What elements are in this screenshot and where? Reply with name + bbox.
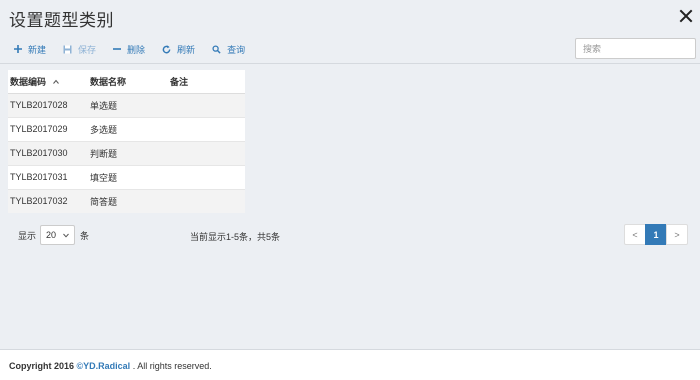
query-button-label: 查询	[227, 44, 246, 55]
cell-code: TYLB2017029	[8, 116, 88, 141]
copyright-text: Copyright 2016	[9, 361, 77, 371]
minus-icon	[113, 48, 122, 50]
cell-name: 填空题	[88, 164, 168, 189]
delete-button-label: 删除	[127, 44, 146, 55]
show-label: 显示	[18, 230, 37, 241]
cell-name-text: 多选题	[90, 124, 118, 135]
new-button[interactable]: 新建	[14, 43, 46, 56]
toolbar: 新建 保存 删除 刷新 查询	[14, 42, 262, 56]
delete-button[interactable]: 删除	[113, 43, 145, 56]
cell-remark	[168, 116, 245, 141]
table-row[interactable]: TYLB2017030 判断题	[8, 140, 245, 165]
column-header-name[interactable]: 数据名称	[88, 70, 168, 94]
column-header-name-label: 数据名称	[90, 76, 127, 87]
table-row[interactable]: TYLB2017029 多选题	[8, 116, 245, 141]
pagination-info: 当前显示1-5条，共5条	[190, 232, 281, 242]
cell-name-text: 判断题	[90, 148, 118, 159]
table-header-row: 数据编码 数据名称 备注	[8, 70, 245, 94]
prev-page-button[interactable]: <	[624, 224, 646, 245]
column-header-code[interactable]: 数据编码	[8, 70, 88, 94]
brand-link[interactable]: ©YD.Radical	[77, 361, 131, 371]
save-button[interactable]: 保存	[63, 43, 96, 56]
next-page-button[interactable]: >	[666, 224, 688, 245]
refresh-button-label: 刷新	[177, 44, 196, 55]
cell-remark	[168, 164, 245, 189]
plus-icon	[14, 45, 22, 53]
page-title: 设置题型类别	[9, 11, 114, 30]
table-row[interactable]: TYLB2017028 单选题	[8, 92, 245, 117]
cell-remark	[168, 92, 245, 117]
cell-name-text: 单选题	[90, 100, 118, 111]
table-row[interactable]: TYLB2017032 简答题	[8, 188, 245, 213]
cell-code: TYLB2017032	[8, 188, 88, 213]
page-size-select[interactable]: 20	[40, 225, 76, 245]
column-header-remark[interactable]: 备注	[168, 70, 245, 94]
refresh-button[interactable]: 刷新	[162, 43, 195, 56]
page-size-control: 显示 20 条	[18, 225, 89, 245]
cell-name: 单选题	[88, 92, 168, 117]
rights-text: . All rights reserved.	[130, 361, 212, 371]
page-button-current[interactable]: 1	[645, 224, 667, 245]
query-button[interactable]: 查询	[212, 43, 245, 56]
table-row[interactable]: TYLB2017031 填空题	[8, 164, 245, 189]
toolbar-divider	[0, 63, 700, 64]
page-size-value: 20	[46, 230, 57, 240]
column-header-remark-label: 备注	[170, 76, 189, 87]
cell-name: 多选题	[88, 116, 168, 141]
cell-remark	[168, 188, 245, 213]
close-icon[interactable]	[678, 8, 694, 24]
footer: Copyright 2016 ©YD.Radical . All rights …	[0, 349, 700, 380]
cell-remark	[168, 140, 245, 165]
cell-name: 判断题	[88, 140, 168, 165]
sort-ascending-icon	[52, 80, 59, 85]
unit-label: 条	[80, 230, 90, 241]
refresh-icon	[162, 44, 171, 53]
floppy-disk-icon	[63, 45, 72, 53]
cell-code: TYLB2017031	[8, 164, 88, 189]
cell-code: TYLB2017030	[8, 140, 88, 165]
column-header-code-label: 数据编码	[10, 76, 47, 87]
save-button-label: 保存	[78, 44, 97, 55]
pagination: < 1 >	[624, 224, 688, 245]
search-icon	[212, 44, 221, 54]
cell-name: 简答题	[88, 188, 168, 213]
cell-name-text: 填空题	[90, 172, 118, 183]
chevron-down-icon	[63, 233, 69, 238]
new-button-label: 新建	[28, 44, 47, 55]
cell-name-text: 简答题	[90, 196, 118, 207]
data-table: 数据编码 数据名称 备注 TYLB2017028 单选题 TYLB2017029…	[8, 70, 245, 213]
search-input[interactable]	[575, 38, 696, 59]
cell-code: TYLB2017028	[8, 92, 88, 117]
